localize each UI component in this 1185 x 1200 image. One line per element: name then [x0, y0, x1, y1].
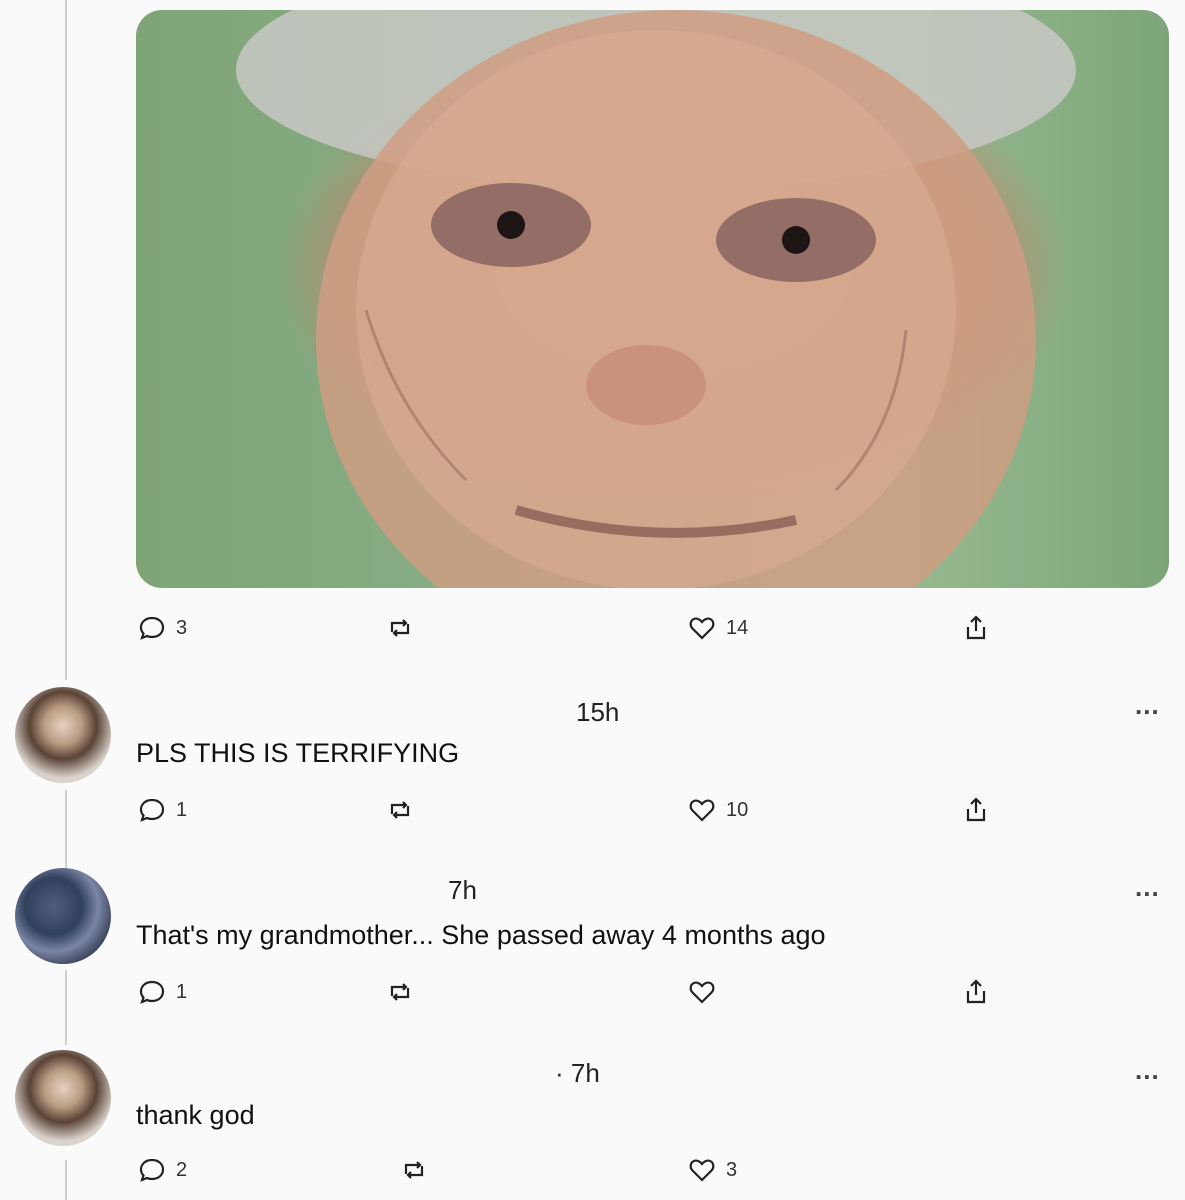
comment-text: That's my grandmother... She passed away… [136, 920, 826, 950]
reply-button[interactable]: 3 [138, 614, 187, 642]
thread-line [65, 1160, 67, 1200]
heart-icon [689, 1159, 715, 1182]
reply-button[interactable]: 1 [138, 796, 187, 824]
repost-arrows-icon [404, 1161, 424, 1179]
reply-count: 1 [176, 980, 188, 1003]
face-illustration [236, 10, 1076, 588]
share-upload-icon [966, 979, 986, 1004]
avatar[interactable] [15, 687, 111, 783]
like-count: 10 [726, 798, 749, 821]
share-button[interactable] [962, 614, 990, 642]
reply-count: 3 [176, 616, 188, 639]
like-button[interactable] [688, 978, 726, 1006]
avatar[interactable] [15, 1050, 111, 1146]
repost-button[interactable] [400, 1156, 428, 1184]
speech-bubble-icon [139, 616, 165, 640]
thread-line [65, 0, 67, 680]
post-image[interactable] [136, 10, 1169, 588]
repost-button[interactable] [386, 796, 414, 824]
more-dots-icon[interactable]: ... [1135, 1055, 1160, 1086]
heart-icon [689, 617, 715, 640]
thread-line [65, 970, 67, 1045]
share-upload-icon [966, 797, 986, 822]
speech-bubble-icon [139, 1158, 165, 1182]
like-count: 14 [726, 616, 749, 639]
speech-bubble-icon [139, 980, 165, 1004]
repost-button[interactable] [386, 614, 414, 642]
share-button[interactable] [962, 978, 990, 1006]
repost-button[interactable] [386, 978, 414, 1006]
speech-bubble-icon [139, 798, 165, 822]
more-dots-icon[interactable]: ... [1135, 690, 1160, 721]
like-button[interactable]: 3 [688, 1156, 737, 1184]
thread-line [65, 790, 67, 870]
avatar[interactable] [15, 868, 111, 964]
reply-button[interactable]: 2 [138, 1156, 187, 1184]
more-dots-icon[interactable]: ... [1135, 872, 1160, 903]
repost-arrows-icon [390, 983, 410, 1001]
like-count: 3 [726, 1158, 738, 1181]
heart-icon [689, 981, 715, 1004]
share-button[interactable] [962, 796, 990, 824]
reply-count: 1 [176, 798, 188, 821]
comment-text: thank god [136, 1100, 255, 1130]
repost-arrows-icon [390, 801, 410, 819]
like-button[interactable]: 10 [688, 796, 748, 824]
heart-icon [689, 799, 715, 822]
like-button[interactable]: 14 [688, 614, 748, 642]
share-upload-icon [966, 615, 986, 640]
comment-text: PLS THIS IS TERRIFYING [136, 738, 460, 768]
comment-time: 7h [448, 875, 477, 905]
repost-arrows-icon [390, 619, 410, 637]
comment-time: 15h [576, 697, 620, 727]
comment-time: · 7h [555, 1058, 600, 1088]
reply-button[interactable]: 1 [138, 978, 187, 1006]
reply-count: 2 [176, 1158, 188, 1181]
